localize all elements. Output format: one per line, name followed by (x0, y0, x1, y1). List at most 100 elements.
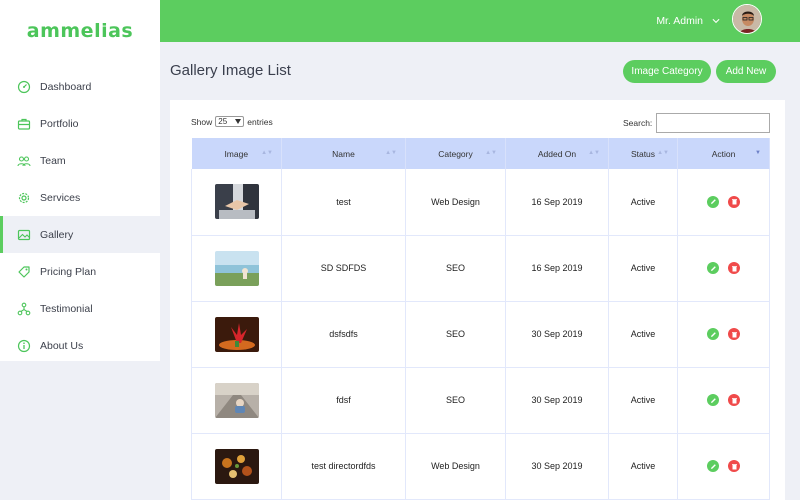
sidebar-item-dashboard[interactable]: Dashboard (0, 68, 160, 105)
sidebar: ammelias Dashboard Portfolio Team Servic… (0, 0, 160, 361)
app-logo[interactable]: ammelias (0, 0, 160, 62)
column-header-category[interactable]: Category ▲▼ (405, 138, 506, 169)
column-header-added-on[interactable]: Added On ▲▼ (505, 138, 609, 169)
sort-icon: ▲▼ (485, 150, 497, 156)
table-search: Search: (623, 113, 771, 133)
sidebar-item-label: Dashboard (40, 80, 92, 93)
cell-status: Active (608, 367, 678, 434)
portfolio-briefcase-icon (17, 117, 31, 131)
sidebar-item-services[interactable]: Services (0, 179, 160, 216)
sidebar-item-about-us[interactable]: About Us (0, 327, 160, 364)
sidebar-item-label: Team (40, 154, 66, 167)
gallery-table-card: Show 25 entries Search: Image ▲▼ Name ▲▼ C… (170, 100, 785, 500)
gallery-thumbnail[interactable] (214, 250, 259, 286)
sidebar-item-gallery[interactable]: Gallery (0, 216, 160, 253)
gallery-thumbnail[interactable] (214, 382, 259, 418)
edit-pencil-icon[interactable] (707, 328, 719, 340)
edit-pencil-icon[interactable] (707, 460, 719, 472)
cell-category: SEO (405, 301, 506, 368)
sidebar-item-label: Portfolio (40, 117, 79, 130)
cell-category: Web Design (405, 169, 506, 236)
delete-trash-icon[interactable] (728, 460, 740, 472)
services-gear-icon (17, 191, 31, 205)
cell-category: SEO (405, 367, 506, 434)
user-menu[interactable]: Mr. Admin (656, 0, 720, 42)
sidebar-item-label: Gallery (40, 228, 74, 241)
table-row: test directordfds Web Design 30 Sep 2019… (191, 433, 770, 500)
column-header-name[interactable]: Name ▲▼ (281, 138, 406, 169)
edit-pencil-icon[interactable] (707, 195, 719, 208)
cell-name: SD SDFDS (281, 235, 406, 302)
gallery-thumbnail[interactable] (214, 184, 259, 220)
entries-select[interactable]: 25 (215, 116, 245, 127)
cell-category: Web Design (405, 433, 506, 500)
cell-status: Active (608, 433, 678, 500)
edit-pencil-icon[interactable] (707, 262, 719, 274)
page-title: Gallery Image List (170, 62, 291, 79)
sidebar-item-label: Services (40, 191, 81, 204)
gallery-thumbnail[interactable] (214, 448, 259, 484)
sort-icon: ▲▼ (657, 150, 669, 156)
table-row: test Web Design 16 Sep 2019 Active (191, 169, 770, 236)
add-new-button[interactable]: Add New (716, 60, 776, 83)
sidebar-item-team[interactable]: Team (0, 142, 160, 179)
cell-added-on: 30 Sep 2019 (505, 433, 609, 500)
cell-status: Active (608, 169, 678, 236)
search-label: Search: (623, 118, 653, 128)
edit-pencil-icon[interactable] (707, 394, 719, 406)
avatar[interactable] (732, 4, 762, 34)
gallery-thumbnail[interactable] (214, 316, 259, 352)
cell-category: SEO (405, 235, 506, 302)
pricing-tag-icon (17, 265, 31, 279)
show-label: Show (191, 116, 213, 127)
entries-label: entries (247, 116, 273, 127)
table-row: SD SDFDS SEO 16 Sep 2019 Active (191, 235, 770, 302)
delete-trash-icon[interactable] (728, 328, 740, 340)
entries-value: 25 (218, 117, 228, 126)
delete-trash-icon[interactable] (728, 195, 740, 208)
sidebar-item-label: Pricing Plan (40, 265, 97, 278)
cell-name: fdsf (281, 367, 406, 434)
sidebar-item-label: Testimonial (40, 302, 93, 315)
sidebar-item-pricing-plan[interactable]: Pricing Plan (0, 253, 160, 290)
team-users-icon (17, 154, 31, 168)
dashboard-gauge-icon (17, 80, 31, 94)
delete-trash-icon[interactable] (728, 262, 740, 274)
sidebar-item-label: About Us (40, 339, 84, 352)
gallery-table: Image ▲▼ Name ▲▼ Category ▲▼ Added On ▲▼ Sta… (191, 138, 770, 500)
cell-added-on: 30 Sep 2019 (505, 367, 609, 434)
user-name: Mr. Admin (656, 15, 703, 27)
delete-trash-icon[interactable] (728, 394, 740, 406)
sort-icon: ▲▼ (385, 150, 397, 156)
cell-name: dsfsdfs (281, 301, 406, 368)
entries-length-control: Show 25 entries (191, 116, 273, 127)
cell-status: Active (608, 235, 678, 302)
sidebar-nav: Dashboard Portfolio Team Services Galler… (0, 68, 160, 364)
sort-icon: ▲▼ (261, 150, 273, 156)
cell-added-on: 30 Sep 2019 (505, 301, 609, 368)
info-icon (17, 339, 31, 353)
row-actions (678, 328, 769, 340)
table-header-row: Image ▲▼ Name ▲▼ Category ▲▼ Added On ▲▼ Sta… (191, 138, 770, 169)
column-header-status[interactable]: Status ▲▼ (608, 138, 678, 169)
cell-name: test directordfds (281, 433, 406, 500)
search-input[interactable] (656, 113, 771, 133)
testimonial-network-icon (17, 302, 31, 316)
sort-icon: ▲▼ (588, 150, 600, 156)
gallery-image-icon (17, 228, 31, 242)
sidebar-item-testimonial[interactable]: Testimonial (0, 290, 160, 327)
image-category-button[interactable]: Image Category (623, 60, 711, 83)
column-header-action[interactable]: Action ▼ (677, 138, 770, 169)
sort-desc-icon: ▼ (755, 150, 761, 156)
row-actions (678, 460, 769, 472)
row-actions (678, 262, 769, 274)
select-arrow-icon (235, 117, 242, 126)
table-row: fdsf SEO 30 Sep 2019 Active (191, 367, 770, 434)
table-row: dsfsdfs SEO 30 Sep 2019 Active (191, 301, 770, 368)
sidebar-item-portfolio[interactable]: Portfolio (0, 105, 160, 142)
chevron-down-icon (712, 17, 720, 25)
row-actions (678, 195, 769, 208)
column-header-image[interactable]: Image ▲▼ (191, 138, 282, 169)
cell-status: Active (608, 301, 678, 368)
row-actions (678, 394, 769, 406)
